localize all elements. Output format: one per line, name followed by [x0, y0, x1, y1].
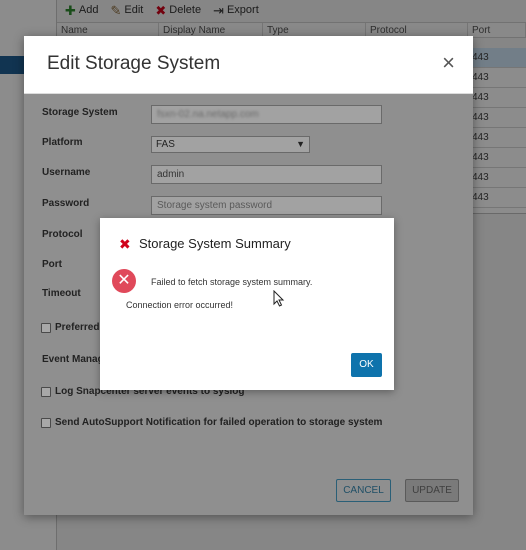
- autosupport-checkbox-row[interactable]: Send AutoSupport Notification for failed…: [41, 417, 382, 428]
- preferred-checkbox-row[interactable]: Preferred: [41, 322, 99, 333]
- username-label: Username: [42, 167, 91, 178]
- cancel-button[interactable]: CANCEL: [336, 479, 391, 502]
- platform-label: Platform: [42, 137, 83, 148]
- event-management-label: Event Manag: [42, 354, 104, 365]
- password-placeholder: Storage system password: [157, 200, 273, 211]
- preferred-checkbox[interactable]: [41, 322, 51, 333]
- protocol-label: Protocol: [42, 229, 83, 240]
- error-message: Failed to fetch storage system summary.: [151, 277, 313, 287]
- port-label: Port: [42, 259, 62, 270]
- storage-system-summary-dialog: ✖ Storage System Summary ✕ Failed to fet…: [100, 218, 394, 390]
- autosupport-label: Send AutoSupport Notification for failed…: [55, 417, 383, 428]
- platform-value: FAS: [156, 139, 175, 150]
- dialog-title: Edit Storage System: [47, 53, 221, 74]
- autosupport-checkbox[interactable]: [41, 417, 51, 428]
- timeout-label: Timeout: [42, 288, 81, 299]
- password-field[interactable]: Storage system password: [151, 196, 382, 215]
- storage-system-field[interactable]: fsxn-02.na.netapp.com: [151, 105, 382, 124]
- syslog-checkbox[interactable]: [41, 386, 51, 397]
- username-value: admin: [157, 169, 185, 180]
- dialog-header: Edit Storage System ×: [24, 36, 473, 94]
- ok-button[interactable]: OK: [351, 353, 382, 377]
- update-button[interactable]: UPDATE: [405, 479, 459, 502]
- mouse-cursor-icon: [273, 290, 285, 307]
- summary-title: Storage System Summary: [139, 236, 291, 251]
- error-x-icon: ✖: [119, 236, 131, 252]
- chevron-down-icon: ▼: [296, 139, 305, 149]
- preferred-label: Preferred: [55, 322, 100, 333]
- storage-system-label: Storage System: [42, 107, 118, 118]
- platform-select[interactable]: FAS ▼: [151, 136, 310, 153]
- error-detail: Connection error occurred!: [126, 300, 234, 310]
- password-label: Password: [42, 198, 90, 209]
- username-field[interactable]: admin: [151, 165, 382, 184]
- close-icon[interactable]: ×: [442, 52, 455, 74]
- storage-system-value: fsxn-02.na.netapp.com: [157, 109, 259, 120]
- error-circle-icon: ✕: [112, 269, 136, 293]
